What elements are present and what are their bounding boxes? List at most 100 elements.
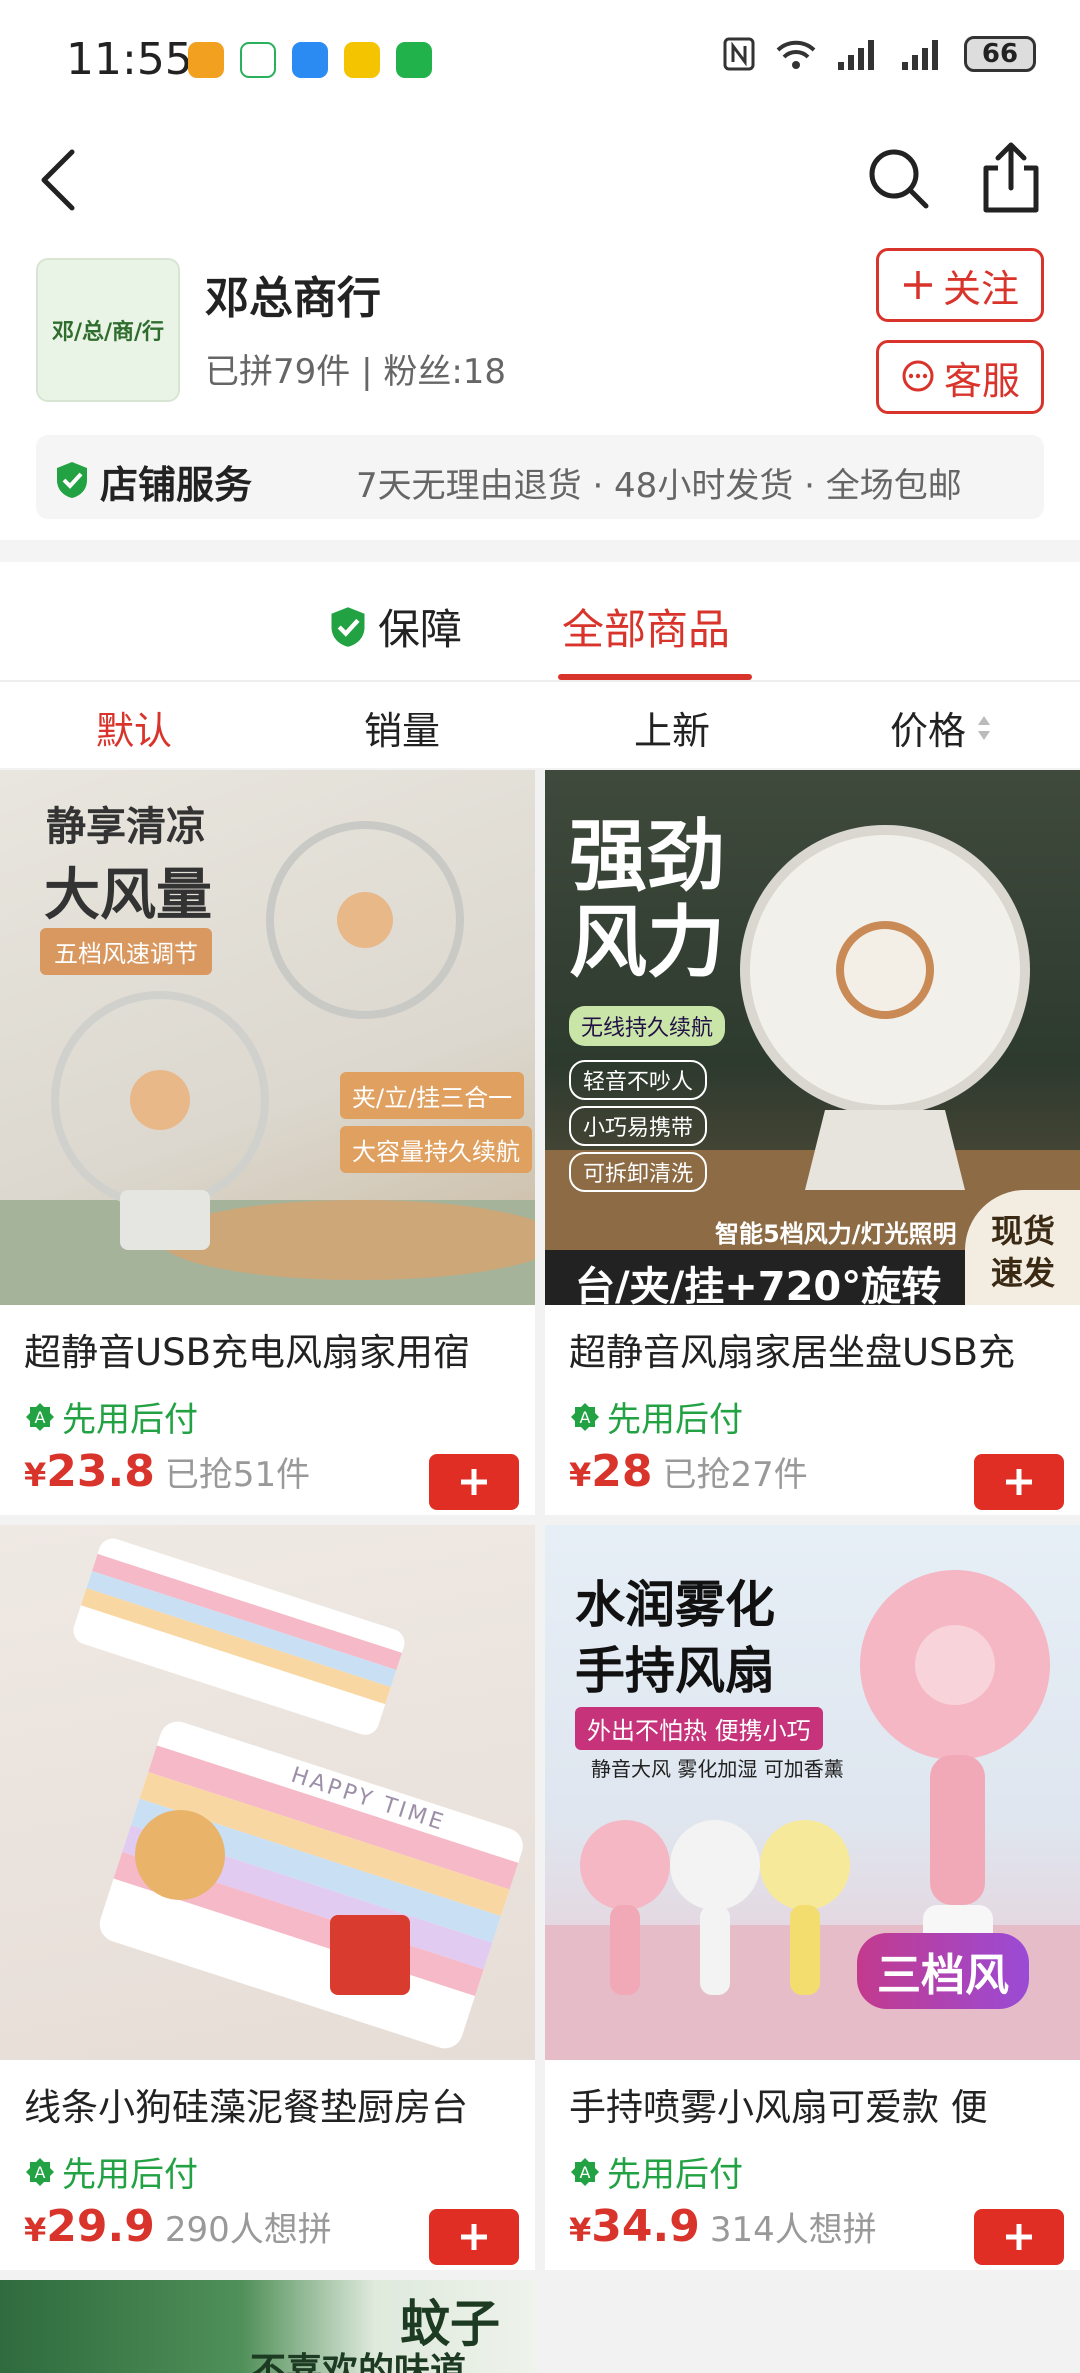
tabs-divider <box>0 680 1080 682</box>
product-price: 29.9 <box>46 2201 155 2252</box>
pay-later-badge: A 先用后付 <box>24 1392 198 1441</box>
svg-text:A: A <box>580 2163 591 2182</box>
product-title[interactable]: 线条小狗硅藻泥餐垫厨房台 <box>24 2077 514 2131</box>
weibo-icon <box>344 42 380 78</box>
search-icon[interactable] <box>866 146 932 212</box>
app-notification-icon <box>188 42 224 78</box>
sort-price-label: 价格 <box>890 709 967 753</box>
placemat-illustration <box>73 1538 523 2049</box>
tab-guarantee-label: 保障 <box>378 605 463 654</box>
store-stats: 已拼79件 | 粉丝:18 <box>205 352 507 392</box>
product-image[interactable]: 静享清凉 大风量 五档风速调节 夹/立/挂三合一 大容量持久续航 <box>0 770 535 1305</box>
shield-check-icon <box>57 462 87 498</box>
image-feature: 可拆卸清洗 <box>569 1152 708 1192</box>
plus-icon <box>903 271 932 299</box>
image-subline: 智能5档风力/灯光照明 <box>715 1220 957 1248</box>
pay-later-label: 先用后付 <box>607 1400 743 1440</box>
store-name: 邓总商行 <box>205 273 381 324</box>
product-price: 34.9 <box>591 2201 700 2252</box>
store-logo[interactable]: 邓/总/商/行 <box>36 258 180 402</box>
add-to-cart-button[interactable] <box>429 1454 519 1510</box>
sort-sales[interactable]: 销量 <box>364 700 440 755</box>
sort-new[interactable]: 上新 <box>634 700 710 755</box>
price-row: ¥ 23.8 已抢51件 <box>24 1446 310 1497</box>
add-to-cart-button[interactable] <box>974 1454 1064 1510</box>
sort-default[interactable]: 默认 <box>96 700 172 755</box>
wifi-icon <box>776 40 816 69</box>
sales-count: 290人想拼 <box>164 2210 332 2250</box>
pay-later-label: 先用后付 <box>62 2155 198 2195</box>
product-title[interactable]: 超静音USB充电风扇家用宿 <box>24 1322 514 1376</box>
pay-later-badge: A 先用后付 <box>24 2147 198 2196</box>
shield-check-icon <box>331 606 365 647</box>
customer-service-button[interactable]: 客服 <box>876 340 1044 414</box>
pay-later-icon: A <box>571 1402 599 1431</box>
add-to-cart-button[interactable] <box>974 2209 1064 2265</box>
svg-text:A: A <box>35 1408 46 1427</box>
product-card[interactable]: 蚊子 不喜欢的味道 <box>0 2280 535 2373</box>
service-description: 7天无理由退货 · 48小时发货 · 全场包邮 <box>356 466 962 506</box>
pay-later-icon: A <box>571 2157 599 2186</box>
product-price: 23.8 <box>46 1446 155 1497</box>
product-image[interactable]: HAPPY TIME <box>0 1525 535 2060</box>
follow-label: 关注 <box>942 266 1019 311</box>
image-headline: 手持风扇 <box>575 1642 775 1700</box>
image-tag: 夹/立/挂三合一 <box>340 1072 525 1119</box>
price-row: ¥ 28 已抢27件 <box>569 1446 808 1497</box>
product-image[interactable]: 水润雾化 手持风扇 外出不怕热 便携小巧 静音大风 雾化加湿 可加香薰 三档风 <box>545 1525 1080 2060</box>
back-arrow-icon[interactable] <box>30 140 90 220</box>
service-title: 店铺服务 <box>100 463 253 507</box>
product-image[interactable]: 强劲 风力 无线持久续航 轻音不吵人 小巧易携带 可拆卸清洗 智能5档风力/灯光… <box>545 770 1080 1305</box>
tab-all-products[interactable]: 全部商品 <box>562 596 730 657</box>
sort-price[interactable]: 价格 <box>890 700 992 755</box>
image-tag: 外出不怕热 便携小巧 <box>575 1707 823 1750</box>
image-feature: 无线持久续航 <box>569 1006 726 1046</box>
signal-icon <box>902 40 938 70</box>
svg-text:A: A <box>580 1408 591 1427</box>
section-divider <box>0 540 1080 562</box>
image-badge: 三档风 <box>857 1933 1029 2009</box>
sales-count: 314人想拼 <box>709 2210 877 2250</box>
add-to-cart-button[interactable] <box>429 2209 519 2265</box>
pay-later-label: 先用后付 <box>607 2155 743 2195</box>
product-title[interactable]: 手持喷雾小风扇可爱款 便 <box>569 2077 1059 2131</box>
product-title[interactable]: 超静音风扇家居坐盘USB充 <box>569 1322 1059 1376</box>
share-icon[interactable] <box>978 140 1044 216</box>
pay-later-icon: A <box>26 2157 54 2186</box>
sales-count: 已抢27件 <box>662 1455 808 1495</box>
chat-bubble-icon <box>902 360 934 392</box>
app-notification-icon <box>240 42 276 78</box>
signal-icon <box>838 40 874 70</box>
product-card[interactable]: HAPPY TIME 线条小狗硅藻泥餐垫厨房台 A 先用后付 ¥ 29.9 29… <box>0 1525 535 2270</box>
image-subline: 不喜欢的味道 <box>250 2351 467 2373</box>
plus-icon <box>461 2224 487 2250</box>
image-tag: 五档风速调节 <box>40 928 212 975</box>
image-mainline: 台/夹/挂+720°旋转 <box>575 1264 942 1305</box>
image-feature: 轻音不吵人 <box>569 1060 708 1100</box>
image-subline: 静音大风 雾化加湿 可加香薰 <box>591 1757 844 1781</box>
pay-later-icon: A <box>26 1402 54 1431</box>
iqiyi-icon <box>396 42 432 78</box>
status-indicators: 66 <box>722 36 1036 72</box>
pay-later-badge: A 先用后付 <box>569 1392 743 1441</box>
product-card[interactable]: 水润雾化 手持风扇 外出不怕热 便携小巧 静音大风 雾化加湿 可加香薰 三档风 … <box>545 1525 1080 2270</box>
plus-icon <box>461 1469 487 1495</box>
status-time: 11:55 <box>66 34 193 85</box>
currency-symbol: ¥ <box>569 2211 592 2249</box>
sales-count: 已抢51件 <box>164 1455 311 1495</box>
image-headline: 静享清凉 <box>46 804 206 850</box>
image-headline: 大风量 <box>44 863 212 928</box>
tab-guarantee[interactable]: 保障 <box>328 596 462 657</box>
plus-icon <box>1006 1469 1032 1495</box>
image-headline: 风力 <box>569 898 726 988</box>
plus-icon <box>1006 2224 1032 2250</box>
follow-button[interactable]: 关注 <box>876 248 1044 322</box>
price-row: ¥ 34.9 314人想拼 <box>569 2201 877 2252</box>
svg-text:A: A <box>35 2163 46 2182</box>
product-card[interactable]: 强劲 风力 无线持久续航 轻音不吵人 小巧易携带 可拆卸清洗 智能5档风力/灯光… <box>545 770 1080 1515</box>
product-price: 28 <box>591 1446 653 1497</box>
nfc-icon <box>723 37 755 71</box>
pay-later-label: 先用后付 <box>62 1400 198 1440</box>
chat-app-icon <box>292 42 328 78</box>
product-card[interactable]: 静享清凉 大风量 五档风速调节 夹/立/挂三合一 大容量持久续航 超静音USB充… <box>0 770 535 1515</box>
